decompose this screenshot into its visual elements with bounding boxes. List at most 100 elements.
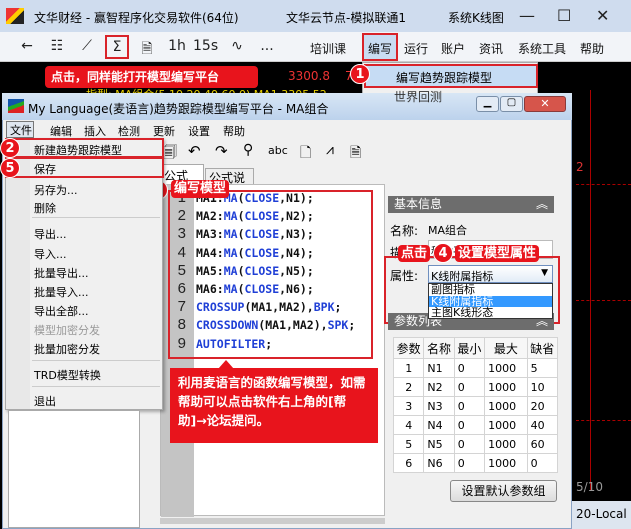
menu-settings[interactable]: 设置: [188, 123, 210, 139]
attr-select[interactable]: K线附属指标 ▼: [428, 265, 553, 283]
maximize-button[interactable]: ☐: [557, 6, 571, 25]
set-default-params-button[interactable]: 设置默认参数组: [450, 480, 557, 502]
file-menu-item[interactable]: 导出...: [34, 226, 67, 242]
table-row[interactable]: 2 N2 0 1000 10: [392, 377, 559, 397]
table-cell[interactable]: 60: [526, 434, 559, 454]
table-cell[interactable]: 0: [453, 434, 486, 454]
chart-check-icon[interactable]: ⩘: [326, 142, 334, 158]
table-row[interactable]: 4 N4 0 1000 40: [392, 415, 559, 435]
file-menu-item[interactable]: 退出: [34, 393, 56, 409]
menu-help[interactable]: 帮助: [580, 40, 604, 57]
report-icon[interactable]: 🗎: [350, 142, 361, 166]
table-cell[interactable]: N4: [423, 415, 455, 435]
table-cell[interactable]: 0: [453, 377, 486, 397]
menu-account[interactable]: 账户: [441, 40, 465, 57]
menu-run[interactable]: 运行: [404, 40, 428, 57]
attr-option[interactable]: 主图K线形态: [429, 307, 552, 319]
document-icon[interactable]: 🗎: [135, 38, 159, 62]
file-menu-item[interactable]: 删除: [34, 200, 56, 216]
table-cell[interactable]: N3: [423, 396, 455, 416]
spellcheck-icon[interactable]: abc: [268, 144, 288, 157]
file-menu-item[interactable]: 另存为...: [34, 182, 78, 198]
table-cell[interactable]: 0: [453, 358, 486, 378]
table-cell[interactable]: 1000: [484, 415, 528, 435]
table-cell[interactable]: N1: [423, 358, 455, 378]
minimize-button[interactable]: —: [519, 6, 535, 25]
column-header: 缺省: [526, 337, 559, 359]
period-15s-button[interactable]: 15s: [193, 38, 218, 54]
menu-training[interactable]: 培训课: [310, 40, 346, 57]
table-row[interactable]: 5 N5 0 1000 60: [392, 434, 559, 454]
table-row[interactable]: 6 N6 0 1000 0: [392, 453, 559, 473]
table-cell[interactable]: 3: [392, 396, 425, 416]
close-button[interactable]: ✕: [596, 6, 609, 25]
period-1h-button[interactable]: 1h: [165, 38, 189, 54]
table-cell[interactable]: 0: [453, 415, 486, 435]
file-menu-item[interactable]: TRD模型转换: [34, 367, 101, 383]
attr-option[interactable]: 副图指标: [429, 284, 552, 296]
menu-file[interactable]: 文件: [6, 121, 34, 138]
menu-edit[interactable]: 编辑: [50, 123, 72, 139]
file-menu-item[interactable]: 导入...: [34, 246, 67, 262]
table-cell[interactable]: 0: [453, 396, 486, 416]
view-name: 系统K线图: [448, 11, 504, 25]
menu-check[interactable]: 检测: [118, 123, 140, 139]
list-icon[interactable]: ☷: [45, 38, 69, 54]
line-chart-icon[interactable]: ⟋: [75, 38, 99, 54]
table-row[interactable]: 3 N3 0 1000 20: [392, 396, 559, 416]
back-arrow-icon[interactable]: ←: [15, 38, 39, 54]
table-cell[interactable]: 1: [392, 358, 425, 378]
table-cell[interactable]: 1000: [484, 358, 528, 378]
table-cell[interactable]: N5: [423, 434, 455, 454]
table-cell[interactable]: N2: [423, 377, 455, 397]
dialog-close-button[interactable]: ✕: [524, 96, 566, 112]
redo-icon[interactable]: ↷: [215, 142, 228, 160]
menu-write[interactable]: 编写: [362, 33, 398, 61]
menu-system-tools[interactable]: 系统工具: [518, 40, 566, 57]
table-cell[interactable]: 10: [526, 377, 559, 397]
menu-item-world-backtest[interactable]: 世界回测: [394, 88, 442, 105]
menu-news[interactable]: 资讯: [479, 40, 503, 57]
table-cell[interactable]: 1000: [484, 453, 528, 473]
table-cell[interactable]: N6: [423, 453, 455, 473]
grid-line: [576, 420, 631, 421]
table-cell[interactable]: 1000: [484, 396, 528, 416]
basic-info-header[interactable]: 基本信息 ︽: [388, 196, 554, 213]
sigma-icon[interactable]: Σ: [105, 35, 129, 59]
table-cell[interactable]: 1000: [484, 434, 528, 454]
file-menu-item[interactable]: 模型加密分发: [34, 322, 100, 338]
menu-item-write-trend-model[interactable]: 编写趋势跟踪模型: [364, 64, 538, 88]
editor-scrollbar[interactable]: [160, 518, 385, 524]
table-cell[interactable]: 40: [526, 415, 559, 435]
table-cell[interactable]: 0: [526, 453, 559, 473]
collapse-icon[interactable]: ︽: [536, 196, 548, 213]
table-cell[interactable]: 1000: [484, 377, 528, 397]
table-cell[interactable]: 5: [526, 358, 559, 378]
new-formula-icon[interactable]: 🗋: [300, 142, 311, 166]
model-tree-panel[interactable]: [8, 410, 140, 528]
menu-dialog-help[interactable]: 帮助: [223, 123, 245, 139]
menu-insert[interactable]: 插入: [84, 123, 106, 139]
table-cell[interactable]: 4: [392, 415, 425, 435]
table-row[interactable]: 1 N1 0 1000 5: [392, 358, 559, 378]
file-menu-item[interactable]: 批量加密分发: [34, 341, 100, 357]
table-cell[interactable]: 6: [392, 453, 425, 473]
undo-icon[interactable]: ↶: [188, 142, 201, 160]
dialog-maximize-button[interactable]: ▢: [500, 96, 523, 112]
search-icon[interactable]: ⚲: [243, 142, 253, 158]
table-cell[interactable]: 0: [453, 453, 486, 473]
file-menu-item[interactable]: 批量导入...: [34, 284, 89, 300]
chevron-down-icon[interactable]: ▼: [541, 268, 548, 278]
server-node: 文华云节点-模拟联通1: [286, 11, 406, 25]
file-menu-item[interactable]: 批量导出...: [34, 265, 89, 281]
table-cell[interactable]: 5: [392, 434, 425, 454]
wave-icon[interactable]: ∿: [225, 38, 249, 54]
dialog-minimize-button[interactable]: ▁: [476, 96, 499, 112]
more-icon[interactable]: ...: [255, 38, 279, 54]
save-icon[interactable]: 🗐: [163, 142, 177, 166]
table-cell[interactable]: 20: [526, 396, 559, 416]
status-bar: 20-Local: [572, 501, 631, 529]
file-menu-item[interactable]: 导出全部...: [34, 303, 89, 319]
table-cell[interactable]: 2: [392, 377, 425, 397]
menu-update[interactable]: 更新: [153, 123, 175, 139]
